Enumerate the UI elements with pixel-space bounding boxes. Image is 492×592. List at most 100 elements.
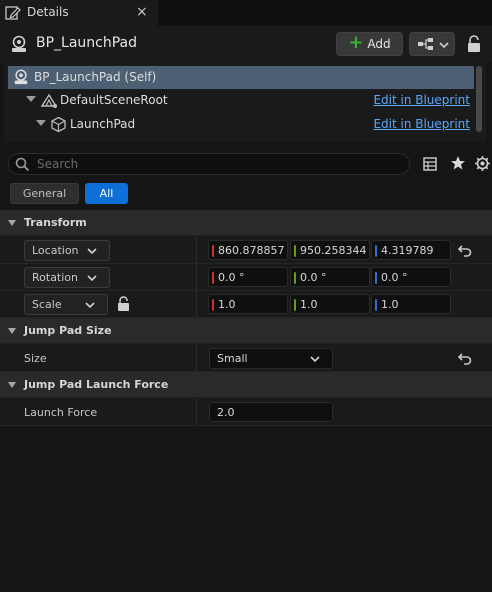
search-row: Search <box>0 148 492 180</box>
chevron-down-icon[interactable] <box>26 96 36 102</box>
filter-all-button[interactable]: All <box>85 183 128 204</box>
location-y-value: 950.258344 <box>300 244 367 257</box>
x-axis-marker <box>212 245 214 257</box>
actor-icon <box>14 69 28 85</box>
location-label: Location <box>32 244 79 257</box>
rotation-x-value: 0.0 ° <box>218 271 245 284</box>
lock-icon[interactable] <box>116 296 131 312</box>
close-icon[interactable]: × <box>136 3 148 21</box>
category-jump-pad-size[interactable]: Jump Pad Size <box>0 318 492 344</box>
page-title: BP_LaunchPad <box>36 35 138 51</box>
chevron-down-icon <box>85 302 95 309</box>
component-tree: BP_LaunchPad (Self) DefaultSceneRoot Edi… <box>4 62 486 142</box>
tree-scrollbar[interactable] <box>476 66 482 132</box>
scale-y-field[interactable]: 1.0 <box>290 294 370 314</box>
category-jump-pad-launch-force[interactable]: Jump Pad Launch Force <box>0 372 492 398</box>
scale-z-value: 1.0 <box>381 298 399 311</box>
property-row-location: Location 860.878857 950.258344 4.319789 <box>0 237 492 264</box>
tree-item-label: BP_LaunchPad (Self) <box>34 70 157 84</box>
add-button-label: Add <box>367 37 391 51</box>
property-row-launch-force: Launch Force 2.0 <box>0 399 492 426</box>
category-transform[interactable]: Transform <box>0 210 492 236</box>
reset-arrow-icon[interactable] <box>458 244 472 257</box>
chevron-down-icon <box>8 382 16 388</box>
rotation-z-field[interactable]: 0.0 ° <box>371 267 451 287</box>
chevron-down-icon <box>8 220 16 226</box>
tree-item-label: DefaultSceneRoot <box>60 93 168 107</box>
location-x-value: 860.878857 <box>218 244 285 257</box>
plus-icon: + <box>348 32 364 53</box>
star-icon[interactable] <box>450 155 466 171</box>
z-axis-marker <box>375 245 377 257</box>
tab-label: Details <box>27 5 69 19</box>
chevron-down-icon <box>310 356 320 363</box>
column-divider <box>196 237 197 264</box>
chevron-down-icon <box>439 42 449 49</box>
size-label: Size <box>24 352 47 365</box>
filter-general-button[interactable]: General <box>10 183 79 204</box>
rotation-y-field[interactable]: 0.0 ° <box>290 267 370 287</box>
tab-bar: Details × <box>0 0 492 26</box>
pencil-icon <box>5 6 21 20</box>
add-component-button[interactable]: + Add <box>336 32 403 56</box>
table-icon[interactable] <box>423 157 437 171</box>
scale-mode-dropdown[interactable]: Scale <box>24 294 108 315</box>
location-mode-dropdown[interactable]: Location <box>24 240 110 261</box>
location-y-field[interactable]: 950.258344 <box>290 240 370 260</box>
rotation-mode-dropdown[interactable]: Rotation <box>24 267 110 288</box>
category-label: Jump Pad Size <box>24 324 112 337</box>
tree-item-launchpad[interactable]: LaunchPad Edit in Blueprint <box>8 113 474 136</box>
lock-icon[interactable] <box>466 35 482 53</box>
chevron-down-icon[interactable] <box>36 120 46 126</box>
x-axis-marker <box>212 299 214 311</box>
blueprint-icon <box>418 38 433 50</box>
z-axis-marker <box>375 272 377 284</box>
category-label: Jump Pad Launch Force <box>24 378 169 391</box>
static-mesh-icon <box>51 116 66 133</box>
search-input[interactable]: Search <box>8 153 410 175</box>
size-value: Small <box>217 352 248 365</box>
location-z-value: 4.319789 <box>381 244 434 257</box>
column-divider <box>196 291 197 318</box>
chevron-down-icon <box>87 248 97 255</box>
scale-z-field[interactable]: 1.0 <box>371 294 451 314</box>
tree-item-label: LaunchPad <box>70 117 136 131</box>
scale-label: Scale <box>32 298 62 311</box>
rotation-x-field[interactable]: 0.0 ° <box>208 267 288 287</box>
tree-item-self[interactable]: BP_LaunchPad (Self) <box>8 66 474 89</box>
rotation-y-value: 0.0 ° <box>300 271 327 284</box>
location-x-field[interactable]: 860.878857 <box>208 240 288 260</box>
rotation-label: Rotation <box>32 271 79 284</box>
column-divider <box>196 264 197 291</box>
chevron-down-icon <box>8 328 16 334</box>
property-row-size: Size Small <box>0 345 492 372</box>
column-divider <box>196 399 197 426</box>
launch-force-value: 2.0 <box>217 406 235 419</box>
rotation-z-value: 0.0 ° <box>381 271 408 284</box>
location-z-field[interactable]: 4.319789 <box>371 240 451 260</box>
y-axis-marker <box>294 272 296 284</box>
scene-root-icon <box>40 93 58 108</box>
gear-icon[interactable] <box>474 155 491 172</box>
details-header: BP_LaunchPad + Add <box>0 26 492 62</box>
reset-arrow-icon[interactable] <box>458 352 472 365</box>
property-row-scale: Scale 1.0 1.0 1.0 <box>0 291 492 318</box>
edit-in-blueprint-link[interactable]: Edit in Blueprint <box>373 93 470 107</box>
launch-force-field[interactable]: 2.0 <box>209 402 333 422</box>
launch-force-label: Launch Force <box>24 406 98 419</box>
edit-in-blueprint-link[interactable]: Edit in Blueprint <box>373 117 470 131</box>
size-dropdown[interactable]: Small <box>209 348 333 369</box>
blueprint-options-button[interactable] <box>409 32 455 56</box>
search-icon <box>15 157 30 172</box>
tab-details[interactable]: Details × <box>0 0 158 26</box>
actor-icon <box>12 35 26 52</box>
empty-panel-area <box>0 426 492 592</box>
column-divider <box>196 345 197 372</box>
z-axis-marker <box>375 299 377 311</box>
property-row-rotation: Rotation 0.0 ° 0.0 ° 0.0 ° <box>0 264 492 291</box>
category-label: Transform <box>24 216 87 229</box>
tree-item-default-scene-root[interactable]: DefaultSceneRoot Edit in Blueprint <box>8 89 474 112</box>
scale-x-value: 1.0 <box>218 298 236 311</box>
search-placeholder: Search <box>37 157 79 171</box>
scale-x-field[interactable]: 1.0 <box>208 294 288 314</box>
